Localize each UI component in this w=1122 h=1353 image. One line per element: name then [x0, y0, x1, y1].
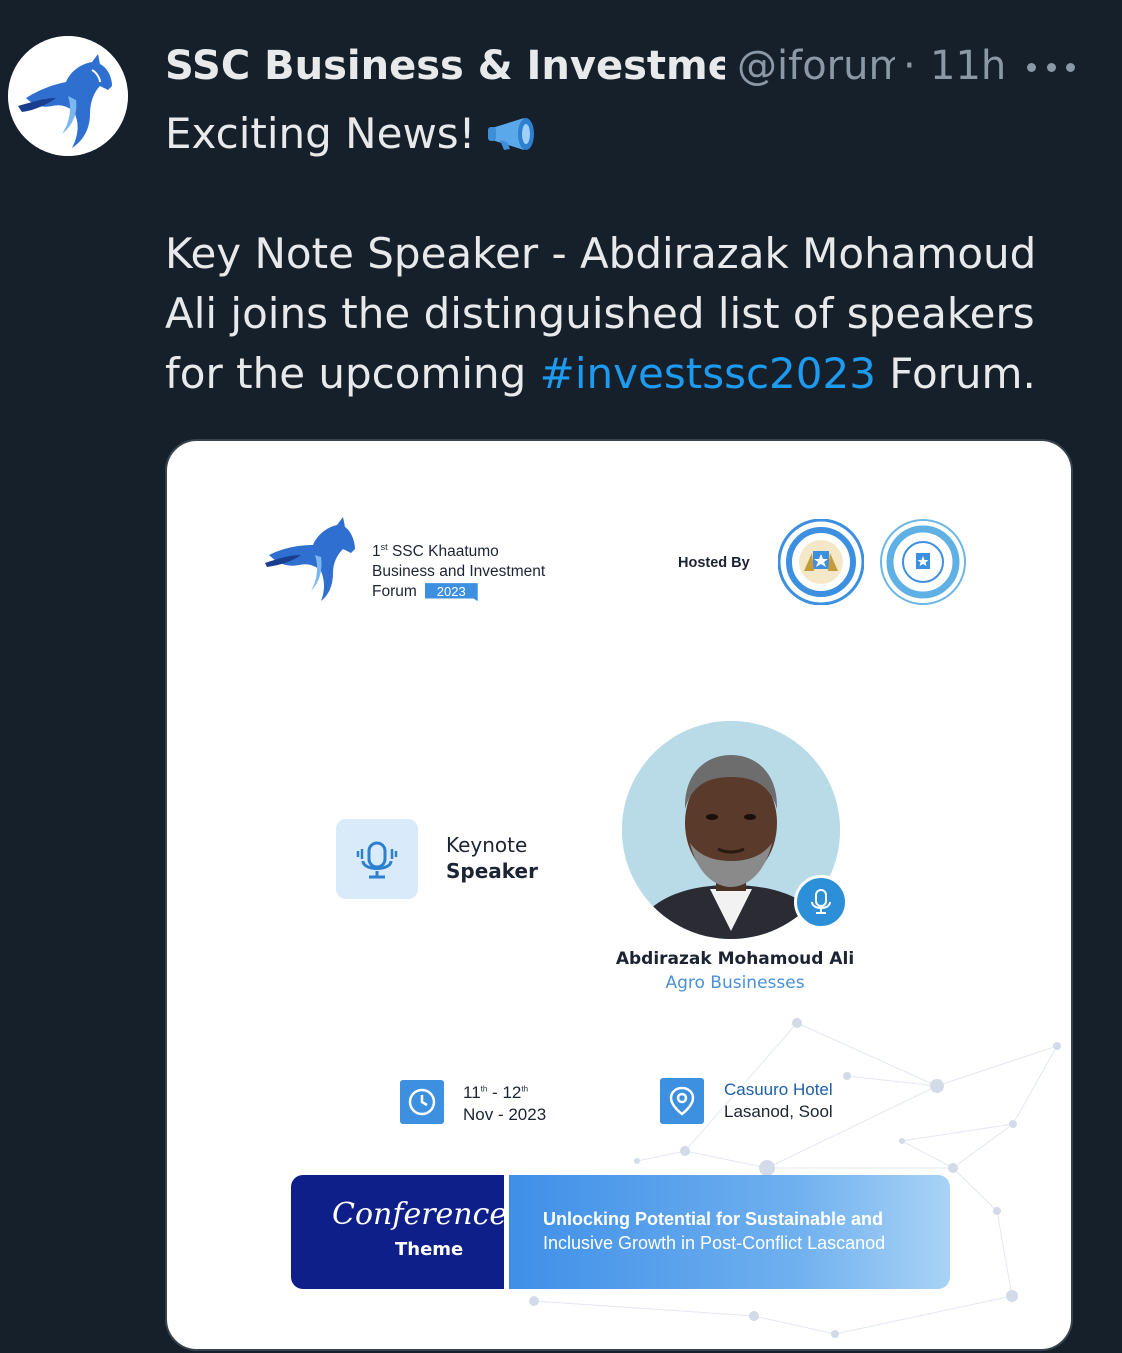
header-separator: · [903, 43, 916, 89]
theme-line-1: Unlocking Potential for Sustainable and [543, 1209, 884, 1229]
author-avatar[interactable] [8, 36, 128, 156]
event-dates: 11th - 12th [463, 1083, 528, 1103]
microphone-icon [811, 889, 831, 914]
tweet-page: SSC Business & Investment @iforum · 11h … [0, 0, 1122, 1353]
date-dash: - [487, 1083, 503, 1102]
date-end: 12 [502, 1083, 522, 1102]
theme-label-panel [291, 1175, 504, 1289]
forum-horse-logo-icon [265, 517, 355, 601]
conference-theme-text: Unlocking Potential for Sustainable and … [543, 1207, 943, 1255]
keynote-label: Keynote [446, 833, 528, 857]
forum-title-line3: Forum 2023 [372, 582, 612, 602]
venue-location: Lasanod, Sool [724, 1102, 833, 1121]
speaker-label: Speaker [446, 859, 538, 883]
more-options-icon [1046, 62, 1056, 72]
horse-logo-icon [8, 36, 128, 156]
tweet-timestamp[interactable]: 11h [930, 40, 1006, 92]
hashtag-link[interactable]: #investssc2023 [540, 349, 876, 398]
tweet-header: SSC Business & Investment @iforum · 11h [165, 40, 1075, 96]
event-month-year: Nov - 2023 [463, 1105, 547, 1124]
speaker-mic-badge [794, 875, 848, 929]
tweet-headline: Exciting News! [165, 109, 476, 158]
speaker-name: Abdirazak Mohamoud Ali [615, 949, 855, 969]
forum-title-name: SSC Khaatumo [387, 543, 499, 561]
tweet-body-part2: Forum. [875, 349, 1036, 398]
more-options-icon [1027, 62, 1036, 72]
calendar-box [400, 1080, 444, 1124]
forum-ordinal-suffix: st [380, 542, 388, 552]
forum-ordinal: 1 [372, 543, 381, 561]
government-seal-icon [880, 519, 966, 605]
forum-word: Forum [372, 583, 417, 601]
author-name[interactable]: SSC Business & Investment [165, 40, 725, 92]
tweet-text: Exciting News! Key Note Speaker - Abdira… [165, 104, 1065, 404]
more-options-button[interactable] [1027, 52, 1075, 82]
microphone-icon [356, 841, 398, 879]
date-end-suffix: th [521, 1084, 529, 1094]
date-start: 11 [463, 1083, 481, 1102]
theme-label: Theme [395, 1239, 464, 1260]
forum-title-line1: 1st SSC Khaatumo [372, 537, 612, 562]
location-box [660, 1078, 704, 1124]
forum-title: 1st SSC Khaatumo Business and Investment… [372, 537, 612, 602]
tweet-line-1: Exciting News! [165, 104, 1065, 164]
tweet-media-image[interactable]: 1st SSC Khaatumo Business and Investment… [165, 439, 1073, 1351]
theme-script-label: Conference [332, 1197, 508, 1232]
megaphone-icon [487, 118, 534, 150]
more-options-icon [1066, 62, 1075, 72]
forum-year-badge: 2023 [424, 583, 478, 602]
forum-title-line2: Business and Investment [372, 563, 546, 581]
theme-line-2: Inclusive Growth in Post-Conflict Lascan… [543, 1233, 886, 1253]
venue-name: Casuuro Hotel [724, 1080, 833, 1099]
tweet-body: Key Note Speaker - Abdirazak Mohamoud Al… [165, 224, 1065, 404]
clock-icon [408, 1088, 436, 1116]
keynote-mic-box [336, 819, 418, 899]
speaker-organization: Agro Businesses [665, 973, 805, 993]
hosted-by-label: Hosted By [678, 555, 750, 571]
ministry-seal-icon [778, 519, 864, 605]
author-handle[interactable]: @iforum [737, 40, 895, 92]
location-pin-icon [669, 1086, 695, 1116]
